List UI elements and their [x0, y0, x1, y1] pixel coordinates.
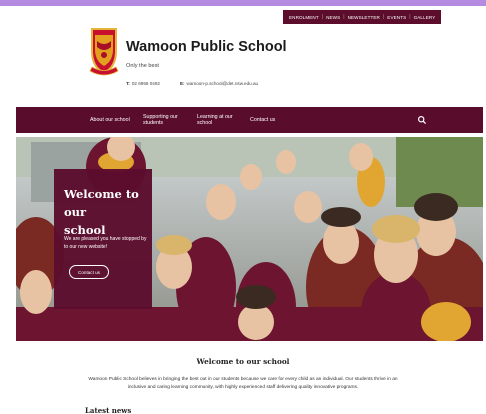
email-contact[interactable]: E: wamoon-p.school@det.nsw.edu.au — [180, 81, 258, 86]
hero-text: We are pleased you have stopped by to ou… — [64, 236, 147, 250]
nav-item-learning[interactable]: Learning at our school — [197, 114, 233, 126]
latest-news-heading: Latest news — [85, 406, 132, 414]
utility-separator: | — [382, 14, 385, 20]
utility-separator: | — [409, 14, 411, 20]
utility-link-enrolment[interactable]: ENROLMENT — [286, 15, 322, 20]
nav-item-supporting-students[interactable]: Supporting our students — [143, 114, 178, 126]
search-icon[interactable] — [417, 115, 427, 125]
nav-item-contact[interactable]: Contact us — [250, 117, 275, 123]
utility-link-gallery[interactable]: GALLERY — [411, 15, 439, 20]
utility-nav: ENROLMENT | NEWS | NEWSLETTER | EVENTS |… — [283, 10, 442, 24]
contact-details: T: 02 6958 0492 E: wamoon-p.school@det.nsw… — [126, 81, 258, 86]
phone-contact[interactable]: T: 02 6958 0492 — [126, 81, 160, 86]
hero-title: Welcome to our school — [64, 187, 139, 237]
utility-separator: | — [321, 14, 324, 20]
utility-separator: | — [343, 14, 345, 20]
school-name[interactable]: Wamoon Public School — [126, 39, 287, 55]
utility-link-events[interactable]: EVENTS — [384, 15, 409, 20]
intro-paragraph: Wamoon Public School believes in bringin… — [88, 377, 398, 390]
nav-item-about[interactable]: About our school — [90, 117, 130, 123]
top-accent-band — [0, 0, 486, 6]
school-crest-logo[interactable] — [89, 25, 119, 79]
intro-heading: Welcome to our school — [196, 357, 290, 366]
utility-link-news[interactable]: NEWS — [323, 15, 343, 20]
main-nav: About our school Supporting our students … — [16, 107, 483, 133]
school-tagline: Only the best — [126, 63, 159, 69]
utility-link-newsletter[interactable]: NEWSLETTER — [345, 15, 383, 20]
hero-contact-button[interactable]: Contact us — [69, 265, 109, 279]
